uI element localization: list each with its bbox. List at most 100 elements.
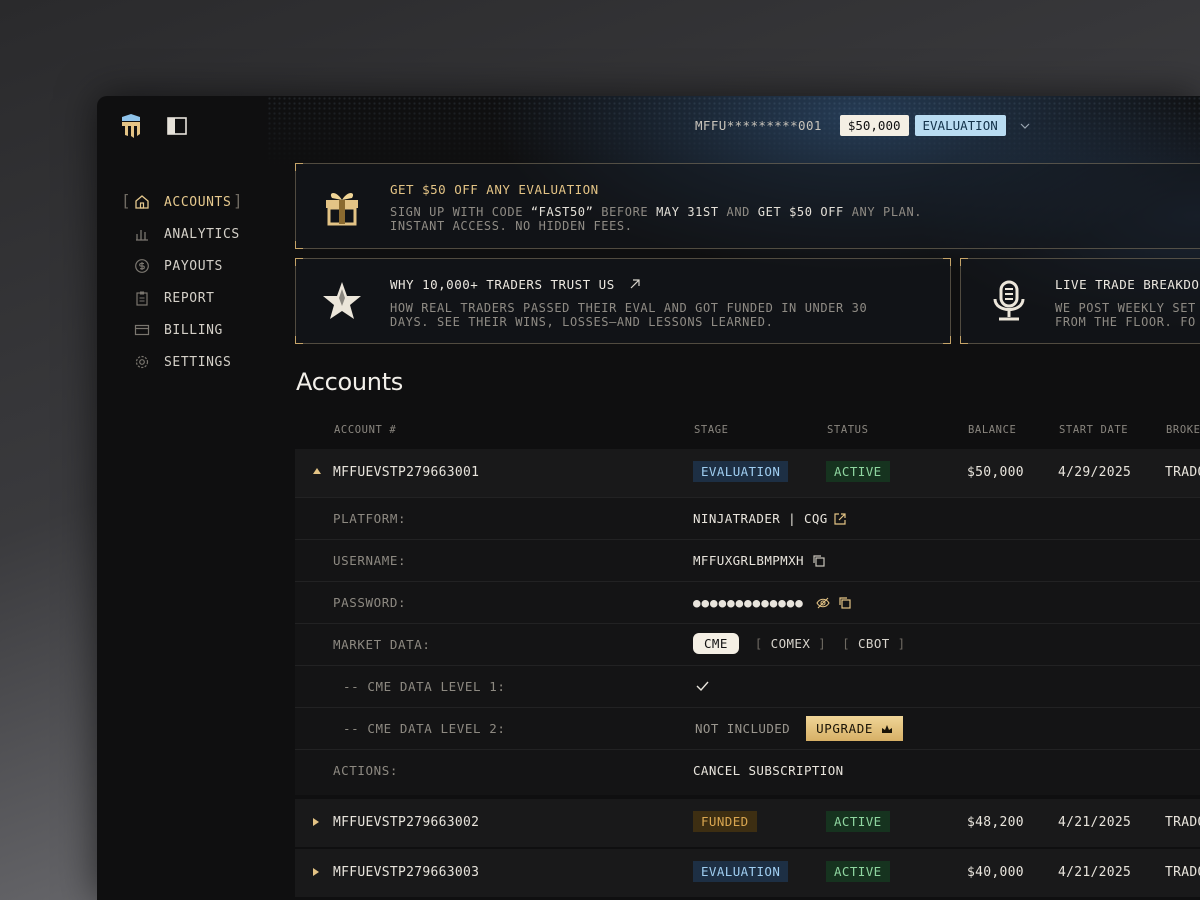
promo-text: AND [718,205,758,219]
sidebar-item-label: SETTINGS [164,354,232,370]
bar-chart-icon [136,230,148,241]
header-account-id: MFFU*********001 [695,118,822,133]
card-icon [134,324,150,336]
market-chip-label: COMEX [770,636,811,651]
detail-value: ●●●●●●●●●●●●● [693,595,852,610]
collapse-caret-icon[interactable] [313,468,321,474]
status-badge: ACTIVE [826,461,890,482]
sidebar-item-billing[interactable]: BILLING [121,314,271,346]
start-date-value: 4/21/2025 [1058,815,1132,830]
promo-description-line-2: INSTANT ACCESS. NO HIDDEN FEES. [390,219,633,233]
header-balance-badge: $50,000 [839,115,909,136]
status-badge: ACTIVE [826,811,890,832]
sidebar-item-label: BILLING [164,322,223,338]
copy-icon[interactable] [838,596,852,610]
promo-text: SIGN UP WITH CODE [390,205,531,219]
chevron-down-icon[interactable] [1018,119,1032,133]
broker-value: TRADO [1165,815,1200,830]
promo-card-trust[interactable]: WHY 10,000+ TRADERS TRUST US HOW REAL TR… [295,258,951,344]
expand-caret-icon[interactable] [313,868,319,876]
table-row[interactable]: MFFUEVSTP279663001 EVALUATION ACTIVE $50… [295,449,1200,497]
expand-caret-icon[interactable] [313,818,319,826]
bracket: ] [810,636,827,651]
microphone-icon [993,280,1025,321]
stage-badge: FUNDED [693,811,757,832]
page-title: Accounts [296,368,404,396]
promo-card-discount[interactable]: GET $50 OFF ANY EVALUATION SIGN UP WITH … [295,163,1200,249]
corner-mark [295,336,303,344]
detail-row-platform: PLATFORM: NINJATRADER | CQG [295,497,1200,539]
promo-description-line-2: FROM THE FLOOR. FO [1055,315,1196,329]
account-switcher[interactable]: MFFU*********001 $50,000 EVALUATION [695,115,1032,136]
gear-icon [135,355,149,369]
promo-deadline: MAY 31ST [656,205,719,219]
check-icon [696,681,709,692]
sidebar-item-label: ACCOUNTS [164,194,232,210]
detail-label: MARKET DATA: [333,637,431,652]
upgrade-button[interactable]: UPGRADE [806,716,903,741]
promo-description-line-1: SIGN UP WITH CODE “FAST50” BEFORE MAY 31… [390,205,922,219]
column-header-status[interactable]: STATUS [827,424,869,436]
sidebar-item-label: REPORT [164,290,215,306]
column-header-stage[interactable]: STAGE [694,424,729,436]
corner-mark [295,163,303,171]
broker-value: TRADO [1165,465,1200,480]
sidebar-nav: [ ACCOUNTS ] ANALYTICS PAYOUTS REPORT BI… [121,186,271,378]
eye-off-icon[interactable] [816,596,830,610]
star-icon [323,282,361,319]
column-header-account[interactable]: ACCOUNT # [334,424,396,436]
corner-mark [943,336,951,344]
gift-icon [326,193,358,226]
bracket: ] [889,636,906,651]
password-value: ●●●●●●●●●●●●● [693,595,804,610]
detail-row-cme-level-1: -- CME DATA LEVEL 1: [295,665,1200,707]
account-number: MFFUEVSTP279663001 [333,465,480,480]
start-date-value: 4/29/2025 [1058,465,1132,480]
stage-badge: EVALUATION [693,461,789,482]
sidebar-item-analytics[interactable]: ANALYTICS [121,218,271,250]
promo-text: BEFORE [593,205,657,219]
detail-row-username: USERNAME: MFFUXGRLBMPMXH [295,539,1200,581]
account-number: MFFUEVSTP279663003 [333,865,480,880]
sidebar-toggle-icon[interactable] [167,117,187,135]
market-chip-cbot[interactable]: [ CBOT ] [842,636,905,651]
cancel-subscription-link[interactable]: CANCEL SUBSCRIPTION [693,763,844,778]
column-header-balance[interactable]: BALANCE [968,424,1016,436]
promo-title: LIVE TRADE BREAKDO [1055,277,1200,292]
market-chip-comex[interactable]: [ COMEX ] [755,636,826,651]
promo-card-live-trades[interactable]: LIVE TRADE BREAKDO WE POST WEEKLY SET FR… [960,258,1200,344]
sidebar-item-accounts[interactable]: [ ACCOUNTS ] [121,186,271,218]
column-header-start-date[interactable]: START DATE [1059,424,1128,436]
detail-label: ACTIONS: [333,763,399,778]
platform-link[interactable]: NINJATRADER | CQG [693,511,847,526]
active-bracket-right: ] [233,191,244,210]
balance-value: $40,000 [967,865,1024,880]
corner-mark [295,241,303,249]
status-badge: ACTIVE [826,861,890,882]
clipboard-icon [136,291,148,306]
platform-value: NINJATRADER | CQG [693,511,828,526]
detail-row-market-data: MARKET DATA: CME [ COMEX ] [ CBOT ] [295,623,1200,665]
market-chip-label: CBOT [858,636,890,651]
market-chip-cme[interactable]: CME [693,633,739,654]
sidebar-item-settings[interactable]: SETTINGS [121,346,271,378]
sidebar-item-payouts[interactable]: PAYOUTS [121,250,271,282]
header-stage-badge: EVALUATION [914,115,1006,136]
corner-mark [943,258,951,266]
corner-mark [960,336,968,344]
app-window: MFFU*********001 $50,000 EVALUATION [ AC… [97,96,1200,900]
copy-icon[interactable] [812,554,826,568]
promo-text: ANY PLAN. [843,205,923,219]
column-header-broker[interactable]: BROKE [1166,424,1200,436]
promo-title: WHY 10,000+ TRADERS TRUST US [390,277,641,292]
dollar-icon [135,259,149,273]
bracket: [ [754,636,771,651]
detail-value: NOT INCLUDED UPGRADE [695,716,903,741]
table-row[interactable]: MFFUEVSTP279663003 EVALUATION ACTIVE $40… [295,849,1200,897]
sidebar-item-report[interactable]: REPORT [121,282,271,314]
table-row[interactable]: MFFUEVSTP279663002 FUNDED ACTIVE $48,200… [295,799,1200,847]
username-value: MFFUXGRLBMPMXH [693,553,804,568]
detail-row-actions: ACTIONS: CANCEL SUBSCRIPTION [295,749,1200,795]
detail-label: -- CME DATA LEVEL 2: [343,721,506,736]
corner-mark [960,258,968,266]
